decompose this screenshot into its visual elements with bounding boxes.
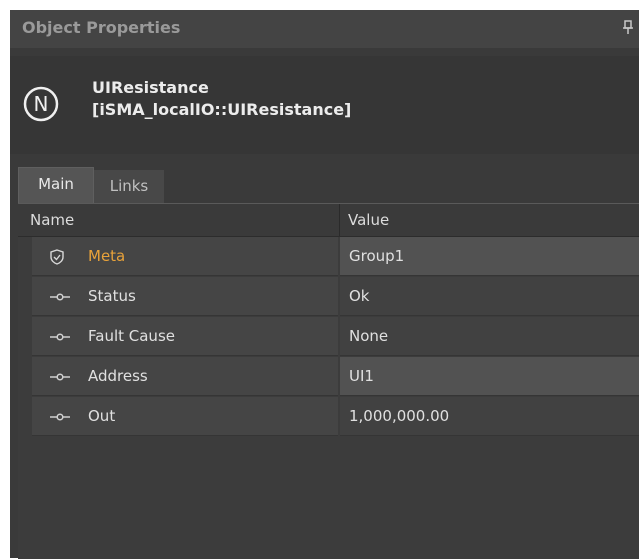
value-cell: Ok <box>340 277 639 316</box>
slot-connector-icon <box>49 409 73 425</box>
slot-connector-icon <box>49 369 73 385</box>
panel-title: Object Properties <box>22 18 181 37</box>
property-label-meta: Meta <box>88 247 126 265</box>
property-label-fault-cause: Fault Cause <box>88 327 175 345</box>
property-row-address[interactable]: Address UI1 <box>18 357 639 396</box>
row-gutter <box>18 237 32 276</box>
name-cell: Meta <box>18 237 338 276</box>
value-cell[interactable]: UI1 <box>340 357 639 396</box>
slot-connector-icon <box>49 289 73 305</box>
property-value-status: Ok <box>349 287 370 305</box>
row-gutter <box>18 357 32 396</box>
property-label-out: Out <box>88 407 116 425</box>
property-value-address[interactable]: UI1 <box>349 357 374 396</box>
row-gutter <box>18 277 32 316</box>
column-divider[interactable] <box>339 204 340 236</box>
node-n-icon: N <box>23 86 59 122</box>
object-name: UIResistance <box>92 78 209 97</box>
grid-header: Name Value <box>18 204 639 237</box>
object-header: N UIResistance [iSMA_localIO::UIResistan… <box>10 56 639 154</box>
property-value-out: 1,000,000.00 <box>349 407 450 425</box>
tab-bar: Main Links <box>10 162 639 205</box>
property-value-fault-cause: None <box>349 327 389 345</box>
property-value-meta[interactable]: Group1 <box>349 237 404 276</box>
value-cell: None <box>340 317 639 356</box>
pin-icon[interactable] <box>623 19 633 37</box>
property-row-meta[interactable]: Meta Group1 <box>18 237 639 276</box>
row-gutter <box>18 317 32 356</box>
value-cell: 1,000,000.00 <box>340 397 639 436</box>
tab-links[interactable]: Links <box>94 170 164 204</box>
column-header-value[interactable]: Value <box>348 204 389 236</box>
shield-check-icon <box>49 249 73 265</box>
tab-main[interactable]: Main <box>18 167 94 205</box>
row-gutter <box>18 397 32 436</box>
name-cell: Fault Cause <box>18 317 338 356</box>
name-cell: Address <box>18 357 338 396</box>
svg-text:N: N <box>34 92 49 116</box>
property-grid: Name Value Meta Group1 Status Ok Fault C… <box>18 203 639 559</box>
panel-title-bar: Object Properties <box>10 10 639 48</box>
property-row-out[interactable]: Out 1,000,000.00 <box>18 397 639 436</box>
value-cell[interactable]: Group1 <box>340 237 639 276</box>
property-label-address: Address <box>88 367 148 385</box>
property-label-status: Status <box>88 287 136 305</box>
name-cell: Status <box>18 277 338 316</box>
object-properties-panel: Object Properties N UIResistance [iSMA_l… <box>10 10 639 559</box>
property-row-fault-cause[interactable]: Fault Cause None <box>18 317 639 356</box>
column-header-name[interactable]: Name <box>30 204 74 236</box>
slot-connector-icon <box>49 329 73 345</box>
object-type: [iSMA_localIO::UIResistance] <box>92 100 352 119</box>
property-row-status[interactable]: Status Ok <box>18 277 639 316</box>
name-cell: Out <box>18 397 338 436</box>
